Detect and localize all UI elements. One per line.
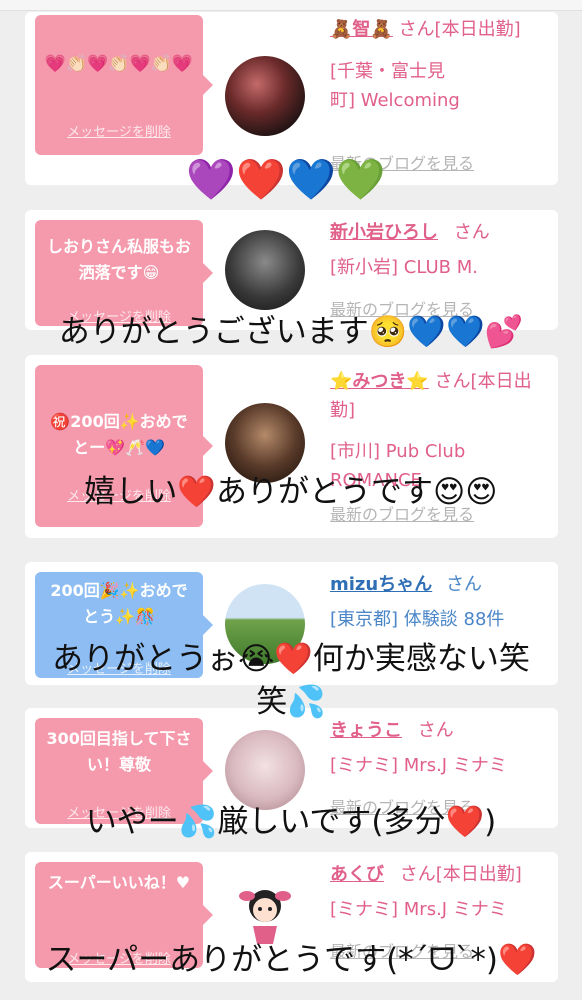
user-location: [ミナミ] Mrs.J ミナミ [330,899,507,920]
user-suffix: さん [445,574,482,595]
user-info: きょうこ さん [ミナミ] Mrs.J ミナミ [330,716,550,780]
user-location: [新小岩] CLUB M. [330,257,478,278]
user-info: 新小岩ひろし さん [新小岩] CLUB M. [330,218,550,282]
user-name-link[interactable]: ⭐みつき⭐ [330,371,429,392]
overlay-caption-1: ありがとうございます🥺💙💙💕 [58,314,524,350]
message-text: スーパーいいね！♥ [47,873,191,892]
user-location: [東京都] 体験談 88件 [330,609,505,630]
user-location-2: 町] Welcoming [330,90,460,111]
overlay-caption-4: いやー💦厳しいです(多分❤️) [85,804,497,840]
avatar[interactable] [225,230,305,310]
user-suffix: さん [453,222,490,243]
message-text: 300回目指して下さい！尊敬 [46,729,192,774]
avatar[interactable] [225,56,305,136]
user-name-link[interactable]: 🧸智🧸 [330,19,393,40]
overlay-caption-2: 嬉しい❤️ありがとうです😍😍 [84,474,498,510]
user-suffix: さん[本日出勤] [399,864,522,885]
overlay-caption-3: ありがとうぉ😭❤️何か実感ない笑 [52,641,530,677]
overlay-caption-5: スーパーありがとうです(*ˊᗜˋ*)❤️ [45,942,537,978]
user-name-link[interactable]: 新小岩ひろし [330,222,438,243]
overlay-caption-3b: 笑💦 [256,684,326,720]
user-location: [千葉・富士見 [330,61,446,82]
delete-message-link[interactable]: メッセージを削除 [35,121,203,140]
user-name-link[interactable]: あくび [330,864,384,885]
message-text: ㊗️200回✨おめでとー💖🥂💙 [50,412,188,457]
avatar[interactable] [225,730,305,810]
user-suffix: さん[本日出勤] [398,19,521,40]
overlay-hearts: 💜❤️💙💚 [186,157,386,203]
message-bubble: 💗👏🏻💗👏🏻💗👏🏻💗 メッセージを削除 [35,15,213,155]
user-location: [ミナミ] Mrs.J ミナミ [330,755,507,776]
message-text: 💗👏🏻💗👏🏻💗👏🏻💗 [44,54,194,74]
user-name-link[interactable]: mizuちゃん [330,574,432,595]
user-info: あくび さん[本日出勤] [ミナミ] Mrs.J ミナミ [330,860,550,924]
user-info: 🧸智🧸 さん[本日出勤] [千葉・富士見 町] Welcoming [330,15,550,115]
message-text: 200回🎉✨おめでとう✨🎊 [50,581,188,626]
user-info: mizuちゃん さん [東京都] 体験談 88件 [330,570,550,634]
top-divider [0,0,582,11]
user-location: [市川] Pub Club [330,441,466,462]
message-text: しおりさん私服もお洒落です😁 [46,237,191,282]
